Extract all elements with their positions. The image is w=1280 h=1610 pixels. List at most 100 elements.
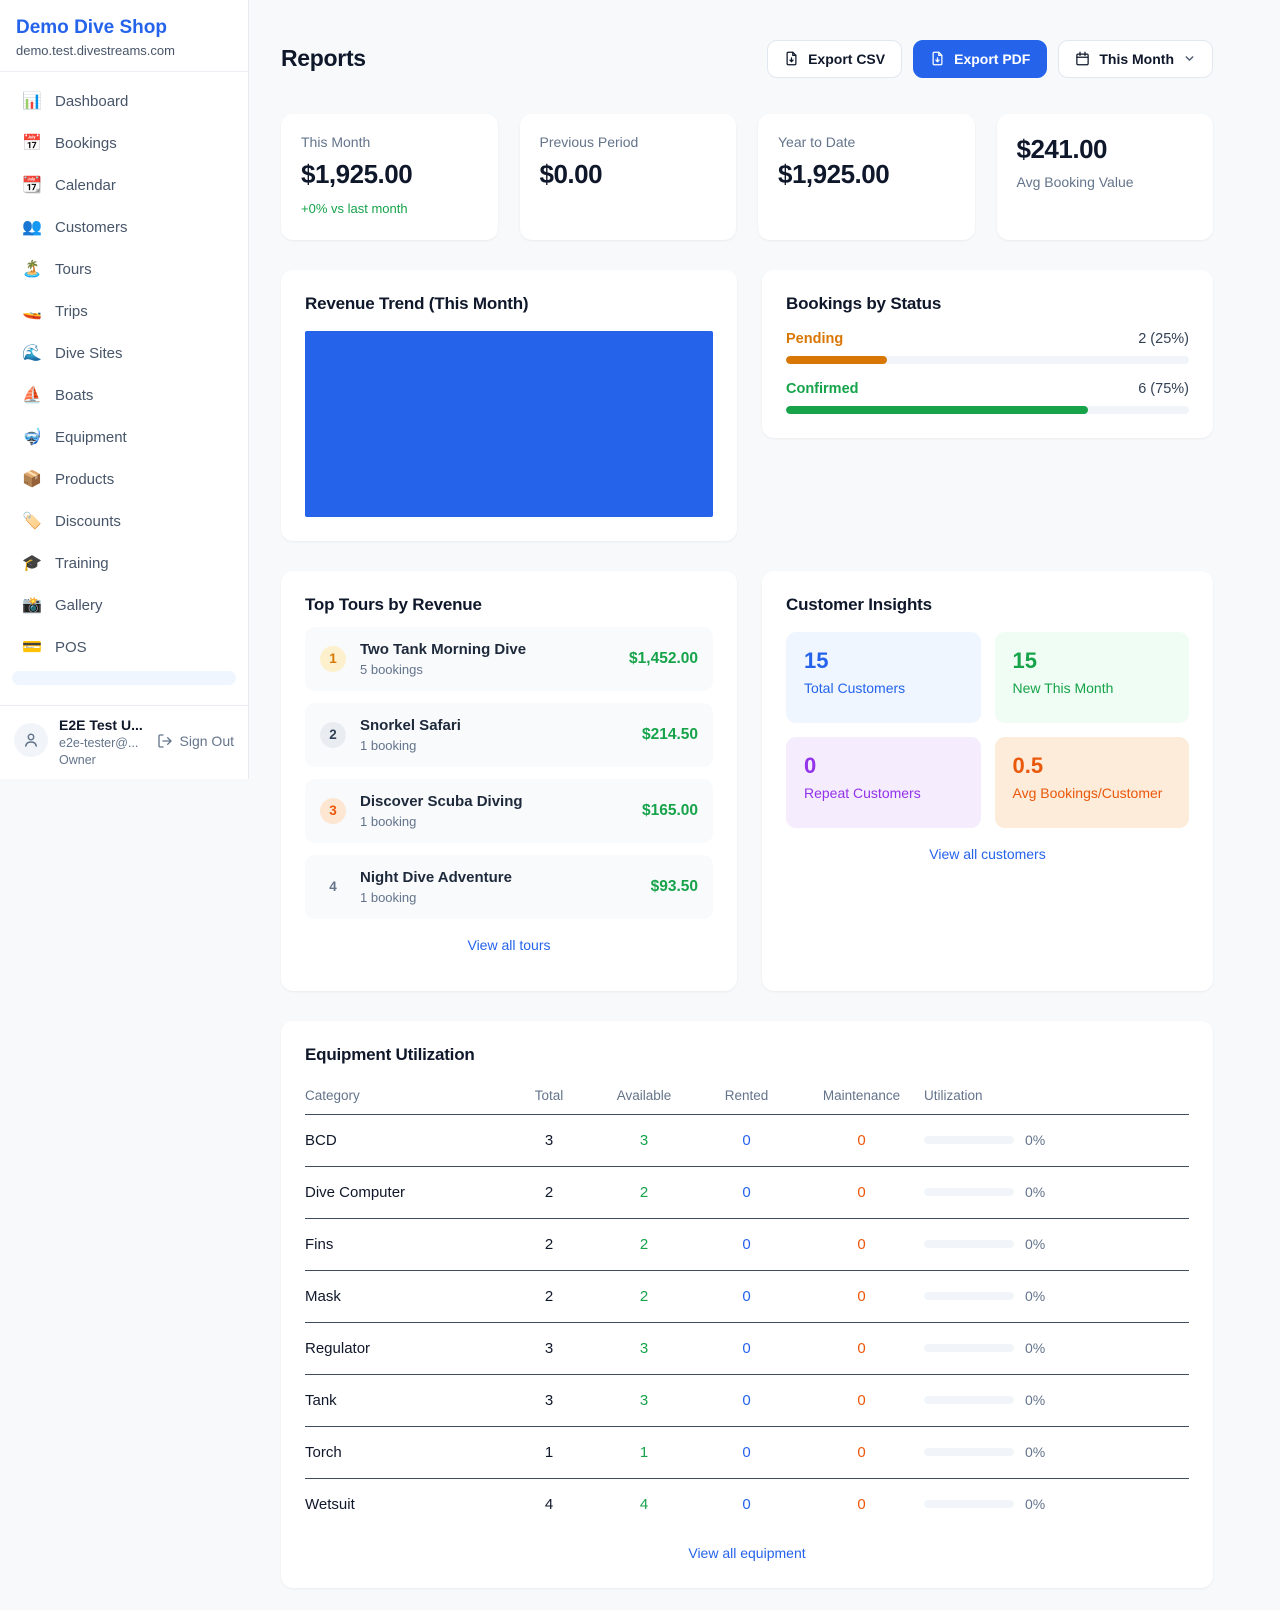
top-tours-card: Top Tours by Revenue 1 Two Tank Morning … bbox=[281, 571, 737, 991]
status-label: Confirmed bbox=[786, 381, 859, 397]
tour-bookings: 1 booking bbox=[360, 814, 523, 829]
graduation-cap-icon: 🎓 bbox=[22, 556, 42, 572]
sidebar-item-reports-partial[interactable] bbox=[12, 671, 236, 685]
cell-available: 2 bbox=[594, 1218, 694, 1270]
column-header-maintenance: Maintenance bbox=[799, 1080, 924, 1115]
cell-maintenance: 0 bbox=[799, 1166, 924, 1218]
tour-name: Two Tank Morning Dive bbox=[360, 641, 526, 658]
sidebar-item-bookings[interactable]: 📅 Bookings bbox=[12, 123, 236, 165]
utilization-bar bbox=[924, 1500, 1014, 1508]
table-row: Regulator 3 3 0 0 0% bbox=[305, 1322, 1189, 1374]
sign-out-button[interactable]: Sign Out bbox=[157, 733, 234, 749]
cell-maintenance: 0 bbox=[799, 1374, 924, 1426]
tour-amount: $1,452.00 bbox=[619, 650, 698, 668]
sidebar-item-trips[interactable]: 🚤 Trips bbox=[12, 291, 236, 333]
cell-rented: 0 bbox=[694, 1322, 799, 1374]
column-header-rented: Rented bbox=[694, 1080, 799, 1115]
cell-utilization: 0% bbox=[924, 1114, 1189, 1166]
table-row: Fins 2 2 0 0 0% bbox=[305, 1218, 1189, 1270]
view-all-customers-link[interactable]: View all customers bbox=[786, 845, 1189, 863]
cell-total: 3 bbox=[504, 1322, 594, 1374]
cell-category: Torch bbox=[305, 1426, 504, 1478]
cell-maintenance: 0 bbox=[799, 1218, 924, 1270]
tour-bookings: 1 booking bbox=[360, 738, 461, 753]
status-row-confirmed: Confirmed 6 (75%) bbox=[786, 381, 1189, 414]
tour-name: Night Dive Adventure bbox=[360, 869, 512, 886]
revenue-trend-card: Revenue Trend (This Month) bbox=[281, 270, 737, 541]
cell-category: Wetsuit bbox=[305, 1478, 504, 1527]
revenue-trend-chart bbox=[305, 331, 713, 517]
column-header-total: Total bbox=[504, 1080, 594, 1115]
wave-icon: 🌊 bbox=[22, 346, 42, 362]
sidebar-item-discounts[interactable]: 🏷️ Discounts bbox=[12, 501, 236, 543]
page-header: Reports Export CSV Export PDF This Month bbox=[281, 30, 1213, 88]
tour-bookings: 1 booking bbox=[360, 890, 512, 905]
shop-name: Demo Dive Shop bbox=[16, 17, 232, 39]
stats-row: This Month $1,925.00 +0% vs last month P… bbox=[281, 114, 1213, 240]
bookings-by-status-title: Bookings by Status bbox=[786, 294, 1189, 314]
user-role: Owner bbox=[59, 753, 143, 767]
tile-value: 0 bbox=[804, 753, 963, 779]
sidebar-item-label: Boats bbox=[55, 385, 93, 407]
cell-maintenance: 0 bbox=[799, 1478, 924, 1527]
customer-insights-title: Customer Insights bbox=[786, 595, 1189, 615]
cell-available: 3 bbox=[594, 1374, 694, 1426]
column-header-available: Available bbox=[594, 1080, 694, 1115]
sidebar-item-calendar[interactable]: 📆 Calendar bbox=[12, 165, 236, 207]
sidebar-item-label: Calendar bbox=[55, 175, 116, 197]
cell-rented: 0 bbox=[694, 1478, 799, 1527]
equipment-utilization-card: Equipment Utilization CategoryTotalAvail… bbox=[281, 1021, 1213, 1588]
view-all-tours-link[interactable]: View all tours bbox=[305, 936, 713, 954]
sidebar-item-boats[interactable]: ⛵ Boats bbox=[12, 375, 236, 417]
sidebar-item-equipment[interactable]: 🤿 Equipment bbox=[12, 417, 236, 459]
status-row-pending: Pending 2 (25%) bbox=[786, 331, 1189, 364]
tile-label: Avg Bookings/Customer bbox=[1013, 785, 1172, 801]
cell-utilization: 0% bbox=[924, 1270, 1189, 1322]
sidebar-item-customers[interactable]: 👥 Customers bbox=[12, 207, 236, 249]
cell-maintenance: 0 bbox=[799, 1426, 924, 1478]
cell-utilization: 0% bbox=[924, 1478, 1189, 1527]
sidebar-item-dive-sites[interactable]: 🌊 Dive Sites bbox=[12, 333, 236, 375]
shop-domain: demo.test.divestreams.com bbox=[16, 43, 232, 58]
avatar bbox=[14, 723, 48, 757]
bar-chart-icon: 📊 bbox=[22, 94, 42, 110]
utilization-bar bbox=[924, 1292, 1014, 1300]
sidebar-item-label: Trips bbox=[55, 301, 88, 323]
page-title: Reports bbox=[281, 45, 767, 72]
tour-info: Discover Scuba Diving 1 booking bbox=[360, 793, 523, 829]
customer-insights-card: Customer Insights 15 Total Customers 15 … bbox=[762, 571, 1213, 991]
tour-info: Snorkel Safari 1 booking bbox=[360, 717, 461, 753]
insight-tile-new-this-month: 15 New This Month bbox=[995, 632, 1190, 723]
tour-row-night-dive-adventure: 4 Night Dive Adventure 1 booking $93.50 bbox=[305, 855, 713, 919]
sidebar-item-pos[interactable]: 💳 POS bbox=[12, 627, 236, 669]
export-pdf-button[interactable]: Export PDF bbox=[913, 40, 1047, 78]
sidebar-item-label: Bookings bbox=[55, 133, 117, 155]
period-dropdown[interactable]: This Month bbox=[1058, 40, 1213, 78]
utilization-percent: 0% bbox=[1025, 1132, 1045, 1148]
sidebar-item-products[interactable]: 📦 Products bbox=[12, 459, 236, 501]
sidebar-item-label: Gallery bbox=[55, 595, 103, 617]
cell-available: 1 bbox=[594, 1426, 694, 1478]
column-header-category: Category bbox=[305, 1080, 504, 1115]
package-icon: 📦 bbox=[22, 472, 42, 488]
stat-value: $0.00 bbox=[540, 159, 717, 190]
tour-amount: $165.00 bbox=[632, 802, 698, 820]
stat-label: Year to Date bbox=[778, 134, 955, 150]
sidebar-item-tours[interactable]: 🏝️ Tours bbox=[12, 249, 236, 291]
cell-utilization: 0% bbox=[924, 1166, 1189, 1218]
export-csv-button[interactable]: Export CSV bbox=[767, 40, 902, 78]
view-all-equipment-link[interactable]: View all equipment bbox=[305, 1544, 1189, 1562]
cell-total: 4 bbox=[504, 1478, 594, 1527]
cell-category: Tank bbox=[305, 1374, 504, 1426]
insight-tile-total-customers: 15 Total Customers bbox=[786, 632, 981, 723]
table-row: BCD 3 3 0 0 0% bbox=[305, 1114, 1189, 1166]
sidebar-item-gallery[interactable]: 📸 Gallery bbox=[12, 585, 236, 627]
tour-info: Night Dive Adventure 1 booking bbox=[360, 869, 512, 905]
equipment-table: CategoryTotalAvailableRentedMaintenanceU… bbox=[305, 1080, 1189, 1527]
sidebar-item-dashboard[interactable]: 📊 Dashboard bbox=[12, 81, 236, 123]
sidebar-item-training[interactable]: 🎓 Training bbox=[12, 543, 236, 585]
status-label: Pending bbox=[786, 331, 843, 347]
tear-off-calendar-icon: 📆 bbox=[22, 178, 42, 194]
cell-total: 2 bbox=[504, 1218, 594, 1270]
cell-rented: 0 bbox=[694, 1426, 799, 1478]
